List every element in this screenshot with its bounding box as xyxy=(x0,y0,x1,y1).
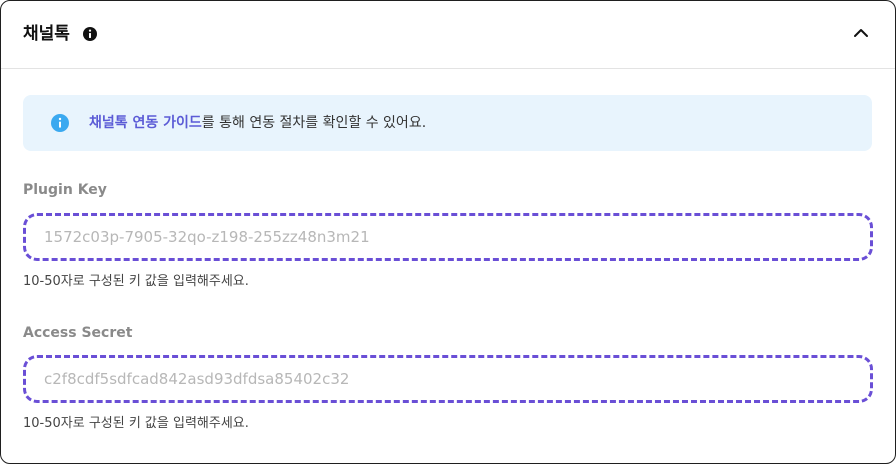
collapse-button[interactable] xyxy=(845,19,877,51)
plugin-key-label: Plugin Key xyxy=(23,182,107,198)
integration-guide-link[interactable]: 채널톡 연동 가이드 xyxy=(89,115,202,131)
info-filled-icon[interactable] xyxy=(82,26,98,42)
chevron-up-icon xyxy=(852,24,870,46)
card-title: 채널톡 xyxy=(23,24,70,44)
channeltalk-settings-card: 채널톡 채널톡 연동 가이드를 통해 연동 절차를 확인할 수 있어요. Plu… xyxy=(0,0,896,464)
access-secret-input[interactable] xyxy=(23,355,873,403)
plugin-key-help: 10-50자로 구성된 키 값을 입력해주세요. xyxy=(23,274,249,289)
access-secret-label: Access Secret xyxy=(23,325,133,341)
info-circle-icon xyxy=(51,114,69,132)
plugin-key-input[interactable] xyxy=(23,213,873,261)
access-secret-help: 10-50자로 구성된 키 값을 입력해주세요. xyxy=(23,416,249,431)
card-header: 채널톡 xyxy=(1,1,895,69)
notice-rest-text: 를 통해 연동 절차를 확인할 수 있어요. xyxy=(201,115,427,131)
notice-text: 채널톡 연동 가이드를 통해 연동 절차를 확인할 수 있어요. xyxy=(89,113,426,133)
guide-notice: 채널톡 연동 가이드를 통해 연동 절차를 확인할 수 있어요. xyxy=(23,95,872,151)
